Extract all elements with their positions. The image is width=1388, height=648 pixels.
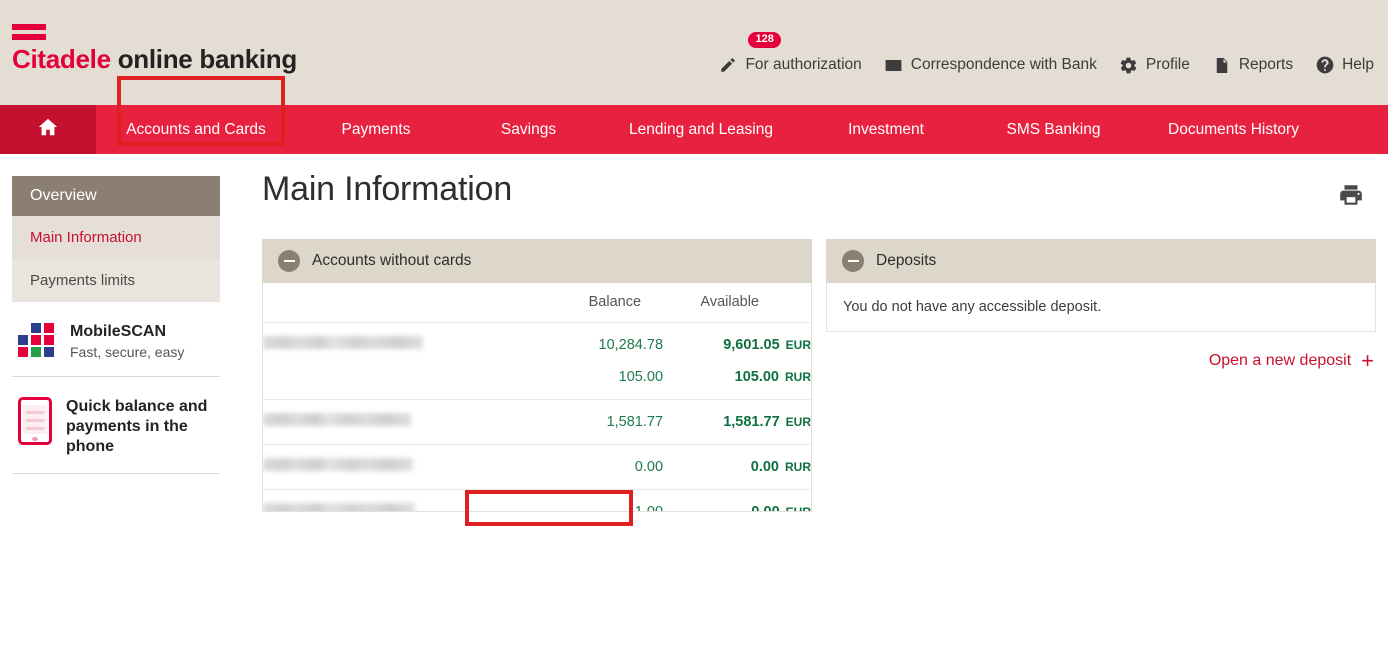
column-header-name xyxy=(263,283,521,323)
page-body: Overview Main Information Payments limit… xyxy=(0,154,1388,648)
header-item-for-authorization[interactable]: For authorization 128 xyxy=(718,32,862,75)
nav-item-payments[interactable]: Payments xyxy=(296,105,456,154)
currency-code: EUR xyxy=(785,414,811,429)
currency-code: RUR xyxy=(785,370,811,384)
header-item-help[interactable]: Help xyxy=(1315,55,1374,75)
header-item-label: Profile xyxy=(1145,56,1190,73)
brand-title: Citadele online banking xyxy=(12,46,297,72)
nav-item-investment[interactable]: Investment xyxy=(801,105,971,154)
sidebar-item-payments-limits[interactable]: Payments limits xyxy=(12,259,220,302)
header-item-label: Help xyxy=(1342,56,1374,73)
currency-code: RUR xyxy=(785,459,811,474)
home-icon xyxy=(37,116,59,143)
currency-code: EUR xyxy=(785,337,811,352)
account-balance: 1.00 xyxy=(520,489,664,511)
status-badge: 128 xyxy=(748,32,781,48)
promo-quick-balance[interactable]: Quick balance and payments in the phone xyxy=(12,377,220,474)
nav-home-button[interactable] xyxy=(0,105,96,154)
printer-icon[interactable] xyxy=(1338,182,1364,213)
header-utility-nav: For authorization 128 Correspondence wit… xyxy=(696,32,1374,78)
account-balance: 0.00 xyxy=(520,444,664,490)
account-name-redacted xyxy=(263,444,521,490)
minus-circle-icon[interactable] xyxy=(278,250,300,272)
brand-name-accent: Citadele xyxy=(12,44,111,74)
pencil-icon xyxy=(718,55,738,75)
account-available: 1,581.77 EUR xyxy=(663,399,811,445)
document-icon xyxy=(1212,55,1232,75)
account-name-empty xyxy=(263,367,521,400)
page-title: Main Information xyxy=(262,170,513,208)
sidebar-menu: Main Information Payments limits xyxy=(12,216,220,302)
nav-item-savings[interactable]: Savings xyxy=(456,105,601,154)
header-item-reports[interactable]: Reports xyxy=(1212,55,1293,75)
main-content: Main Information Accounts without cards xyxy=(232,154,1388,648)
accounts-panel-body: Balance Available 10,284.78 9,601.05EUR xyxy=(262,283,812,512)
account-name-redacted xyxy=(263,322,521,367)
question-circle-icon xyxy=(1315,55,1335,75)
accounts-panel: Accounts without cards Balance Available xyxy=(262,239,812,512)
panels-row: Accounts without cards Balance Available xyxy=(262,239,1376,512)
header-item-label: Reports xyxy=(1238,56,1294,73)
account-balance: 105.00 xyxy=(618,369,664,385)
deposits-panel-title: Deposits xyxy=(876,252,937,269)
table-row[interactable]: 105.00 105.00 RUR xyxy=(263,367,811,400)
account-name-redacted xyxy=(263,489,521,511)
account-available: 0.00EUR xyxy=(663,489,811,512)
minus-circle-icon[interactable] xyxy=(842,250,864,272)
sidebar-section-title: Overview xyxy=(12,176,220,216)
main-navigation: Accounts and Cards Payments Savings Lend… xyxy=(0,76,1388,154)
deposits-panel-body: You do not have any accessible deposit. xyxy=(826,283,1376,332)
latvian-flag-icon xyxy=(12,24,46,42)
table-header-row: Balance Available xyxy=(263,283,811,323)
header-item-label: Correspondence with Bank xyxy=(910,56,1097,73)
nav-item-accounts-and-cards[interactable]: Accounts and Cards xyxy=(96,105,296,154)
promo-title: Quick balance and payments in the phone xyxy=(66,398,208,455)
header-item-profile[interactable]: Profile xyxy=(1119,55,1190,75)
nav-item-sms-banking[interactable]: SMS Banking xyxy=(971,105,1136,154)
smartphone-icon xyxy=(18,397,52,445)
promo-title: MobileSCAN xyxy=(70,323,166,340)
sidebar: Overview Main Information Payments limit… xyxy=(0,154,232,648)
header-item-label: For authorization xyxy=(745,56,862,73)
account-available: 0.00 RUR xyxy=(663,444,811,490)
header-item-correspondence[interactable]: Correspondence with Bank xyxy=(884,55,1097,75)
mobilescan-grid-icon xyxy=(18,323,56,357)
currency-code: EUR xyxy=(786,505,811,512)
deposits-empty-message: You do not have any accessible deposit. xyxy=(843,299,1102,315)
column-header-balance: Balance xyxy=(588,294,642,310)
promo-mobilescan[interactable]: MobileSCAN Fast, secure, easy xyxy=(12,302,220,377)
accounts-panel-header: Accounts without cards xyxy=(262,239,812,283)
accounts-panel-title: Accounts without cards xyxy=(312,252,472,269)
brand-logo[interactable]: Citadele online banking xyxy=(12,24,297,72)
open-new-deposit-label: Open a new deposit xyxy=(1208,352,1352,369)
account-available: 105.00 RUR xyxy=(734,369,811,385)
envelope-icon xyxy=(884,55,904,75)
column-header-available: Available xyxy=(700,294,759,310)
sidebar-item-main-information[interactable]: Main Information xyxy=(12,216,220,259)
table-row[interactable]: 0.00 0.00 RUR xyxy=(263,444,811,490)
account-available: 9,601.05 EUR xyxy=(663,322,811,367)
open-new-deposit-link[interactable]: Open a new deposit + xyxy=(826,332,1376,372)
top-header: Citadele online banking For authorizatio… xyxy=(0,0,1388,105)
nav-item-documents-history[interactable]: Documents History xyxy=(1136,105,1331,154)
plus-icon: + xyxy=(1361,348,1374,373)
accounts-table: Balance Available 10,284.78 9,601.05EUR xyxy=(263,283,811,511)
promo-subtitle: Fast, secure, easy xyxy=(70,344,185,360)
table-row[interactable]: 1.00 0.00EUR xyxy=(263,489,811,512)
table-row[interactable]: 10,284.78 9,601.05 EUR xyxy=(263,322,811,367)
brand-name-rest: online banking xyxy=(117,44,298,74)
account-balance: 10,284.78 xyxy=(520,322,664,367)
deposits-panel: Deposits You do not have any accessible … xyxy=(826,239,1376,372)
table-row[interactable]: 1,581.77 1,581.77 EUR xyxy=(263,399,811,445)
gear-icon xyxy=(1119,55,1139,75)
account-name-redacted xyxy=(263,399,521,445)
account-balance: 1,581.77 xyxy=(520,399,664,445)
content-header: Main Information xyxy=(262,170,1376,213)
deposits-panel-header: Deposits xyxy=(826,239,1376,283)
nav-item-lending-and-leasing[interactable]: Lending and Leasing xyxy=(601,105,801,154)
